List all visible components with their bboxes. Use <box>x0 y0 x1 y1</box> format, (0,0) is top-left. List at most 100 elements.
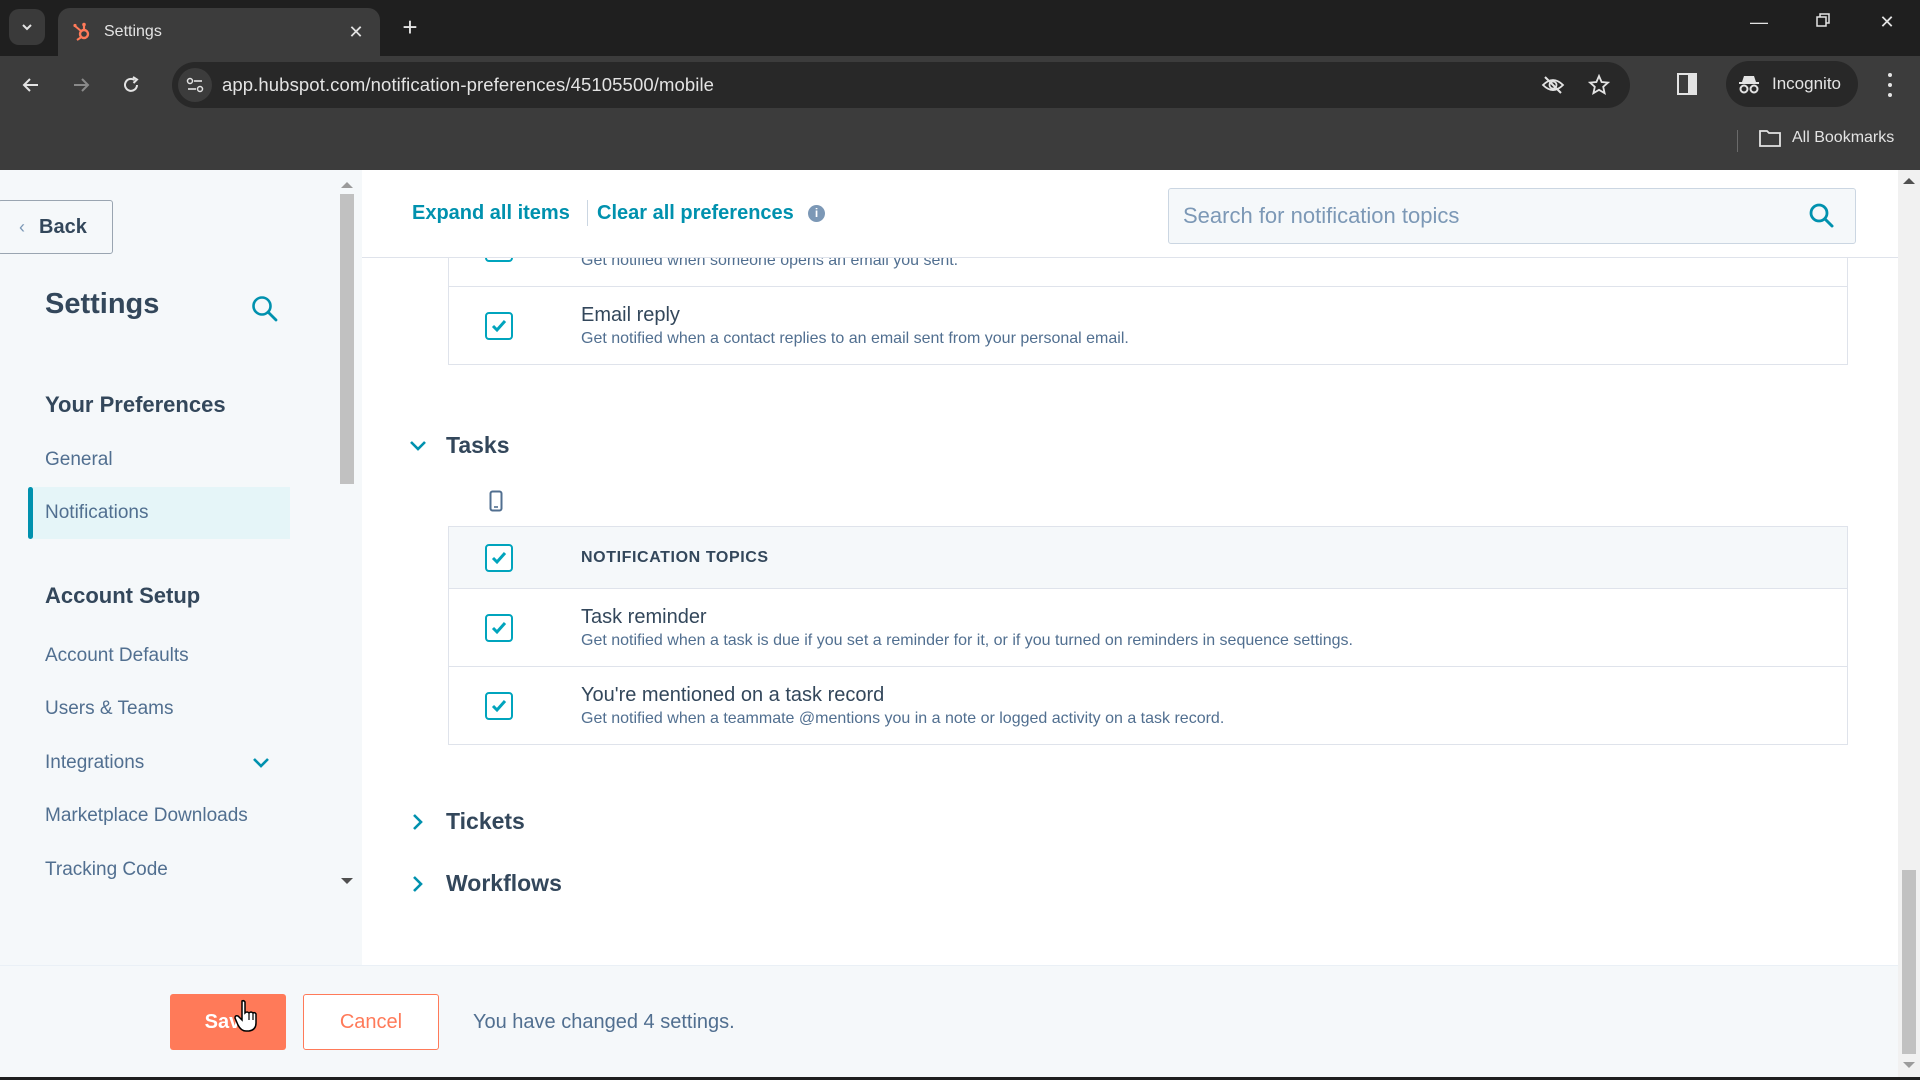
address-bar[interactable]: app.hubspot.com/notification-preferences… <box>172 62 1630 108</box>
sidebar-item-general[interactable]: General <box>28 434 290 486</box>
chevron-down-icon <box>410 440 426 451</box>
scroll-up-arrow-icon[interactable] <box>1903 178 1915 184</box>
chevron-left-icon: ‹ <box>19 216 25 237</box>
chevron-down-icon[interactable] <box>250 752 272 774</box>
chevron-down-icon <box>22 24 32 31</box>
bookmarks-divider <box>1737 130 1738 152</box>
checkmark-icon <box>491 551 507 564</box>
toolbar-divider <box>587 200 588 226</box>
tab-search-button[interactable] <box>9 9 45 45</box>
row-title: Task reminder <box>581 605 707 628</box>
scroll-down-arrow-icon[interactable] <box>1903 1062 1915 1068</box>
hand-pointer-cursor-icon <box>234 999 257 1032</box>
search-icon[interactable] <box>1807 201 1837 231</box>
sidebar-item-label: Marketplace Downloads <box>45 805 248 826</box>
plus-icon[interactable]: + <box>398 13 422 41</box>
sidebar-item-marketplace-downloads[interactable]: Marketplace Downloads <box>28 790 290 842</box>
checkmark-icon <box>491 319 507 332</box>
bookmarks-bar: All Bookmarks <box>0 114 1920 170</box>
back-arrow-icon[interactable] <box>16 70 46 100</box>
table-row[interactable]: Task reminder Get notified when a task i… <box>449 588 1847 666</box>
sidebar-heading-account-setup: Account Setup <box>45 583 201 608</box>
changed-settings-message: You have changed 4 settings. <box>473 1011 735 1033</box>
info-icon[interactable]: i <box>808 205 825 222</box>
sidebar-item-account-defaults[interactable]: Account Defaults <box>28 630 290 682</box>
browser-tab[interactable]: Settings ✕ <box>58 8 380 56</box>
scroll-down-arrow-icon[interactable] <box>341 878 353 884</box>
minimize-icon[interactable]: — <box>1744 12 1774 33</box>
star-icon[interactable] <box>1584 70 1614 100</box>
cancel-button[interactable]: Cancel <box>303 994 439 1050</box>
table-header-row: NOTIFICATION TOPICS <box>449 526 1847 588</box>
site-info-icon[interactable] <box>178 68 212 102</box>
all-bookmarks-button[interactable]: All Bookmarks <box>1758 128 1894 148</box>
row-description: Get notified when a task is due if you s… <box>581 631 1353 649</box>
sidebar-item-tracking-code[interactable]: Tracking Code <box>28 844 290 896</box>
incognito-label: Incognito <box>1772 74 1841 93</box>
forward-arrow-icon[interactable] <box>66 70 96 100</box>
incognito-profile-button[interactable]: Incognito <box>1726 61 1858 107</box>
sidebar-item-label: Tracking Code <box>45 859 168 880</box>
notification-preferences-panel: Expand all items Clear all preferences i… <box>362 170 1898 965</box>
select-all-checkbox[interactable] <box>485 543 513 572</box>
reload-icon[interactable] <box>116 70 146 100</box>
close-icon[interactable]: ✕ <box>346 22 366 43</box>
table-row[interactable]: Email reply Get notified when a contact … <box>449 286 1847 364</box>
page-scrollbar-thumb[interactable] <box>1902 870 1916 1054</box>
section-toggle-tasks[interactable]: Tasks <box>408 432 510 459</box>
sidebar-item-label: Integrations <box>45 752 145 773</box>
save-button[interactable]: Save <box>170 994 286 1050</box>
sidebar-item-users-teams[interactable]: Users & Teams <box>28 683 290 735</box>
column-header-notification-topics: NOTIFICATION TOPICS <box>581 548 769 566</box>
section-title: Workflows <box>446 870 562 896</box>
notification-topics-search[interactable] <box>1168 188 1856 244</box>
section-toggle-workflows[interactable]: Workflows <box>408 870 562 897</box>
section-toggle-tickets[interactable]: Tickets <box>408 808 525 835</box>
sidebar-item-notifications[interactable]: Notifications <box>28 487 290 539</box>
save-bar: Save Cancel You have changed 4 settings. <box>0 965 1898 1077</box>
all-bookmarks-label: All Bookmarks <box>1792 129 1895 146</box>
row-description: Get notified when a teammate @mentions y… <box>581 709 1225 727</box>
checkbox[interactable] <box>485 691 513 720</box>
preferences-toolbar: Expand all items Clear all preferences i <box>362 170 1898 258</box>
sidebar-item-integrations[interactable]: Integrations <box>28 737 290 789</box>
search-icon[interactable] <box>250 294 280 324</box>
eye-off-icon[interactable] <box>1538 70 1568 100</box>
folder-icon <box>1759 130 1781 147</box>
mobile-phone-icon <box>489 490 503 512</box>
sidebar-item-label: Notifications <box>45 502 149 523</box>
chevron-right-icon <box>413 813 423 830</box>
browser-tab-strip: Settings ✕ + — ✕ <box>0 0 1920 56</box>
more-vert-icon[interactable] <box>1880 70 1900 100</box>
row-title: Email reply <box>581 303 680 326</box>
window-close-icon[interactable]: ✕ <box>1872 12 1902 33</box>
checkmark-icon <box>491 699 507 712</box>
sidebar-scrollbar-thumb[interactable] <box>340 194 354 484</box>
side-panel-icon[interactable] <box>1676 72 1700 98</box>
sidebar-scrollbar[interactable] <box>337 178 359 888</box>
hubspot-sprocket-icon <box>73 22 90 41</box>
restore-icon[interactable] <box>1808 12 1838 33</box>
browser-toolbar: app.hubspot.com/notification-preferences… <box>0 56 1920 114</box>
back-button[interactable]: ‹ Back <box>0 200 113 254</box>
back-label: Back <box>39 215 87 238</box>
page-scrollbar[interactable] <box>1898 170 1920 1080</box>
url-text[interactable]: app.hubspot.com/notification-preferences… <box>222 74 1538 96</box>
checkbox[interactable] <box>485 613 513 642</box>
row-title: You're mentioned on a task record <box>581 683 885 706</box>
tab-title: Settings <box>104 23 162 40</box>
sidebar-item-label: Users & Teams <box>45 698 174 719</box>
search-input[interactable] <box>1183 203 1807 229</box>
hubspot-settings-page: ‹ Back Settings Your Preferences General… <box>0 170 1920 1080</box>
section-title: Tickets <box>446 808 525 834</box>
clear-all-preferences-link[interactable]: Clear all preferences <box>597 202 794 225</box>
incognito-icon <box>1739 76 1759 94</box>
settings-sidebar: ‹ Back Settings Your Preferences General… <box>0 170 362 965</box>
scroll-up-arrow-icon[interactable] <box>341 182 353 188</box>
table-row[interactable]: You're mentioned on a task record Get no… <box>449 666 1847 744</box>
chevron-right-icon <box>413 875 423 892</box>
section-title: Tasks <box>446 432 510 458</box>
sidebar-title: Settings <box>45 288 160 320</box>
expand-all-items-link[interactable]: Expand all items <box>412 202 570 225</box>
checkbox[interactable] <box>485 311 513 340</box>
